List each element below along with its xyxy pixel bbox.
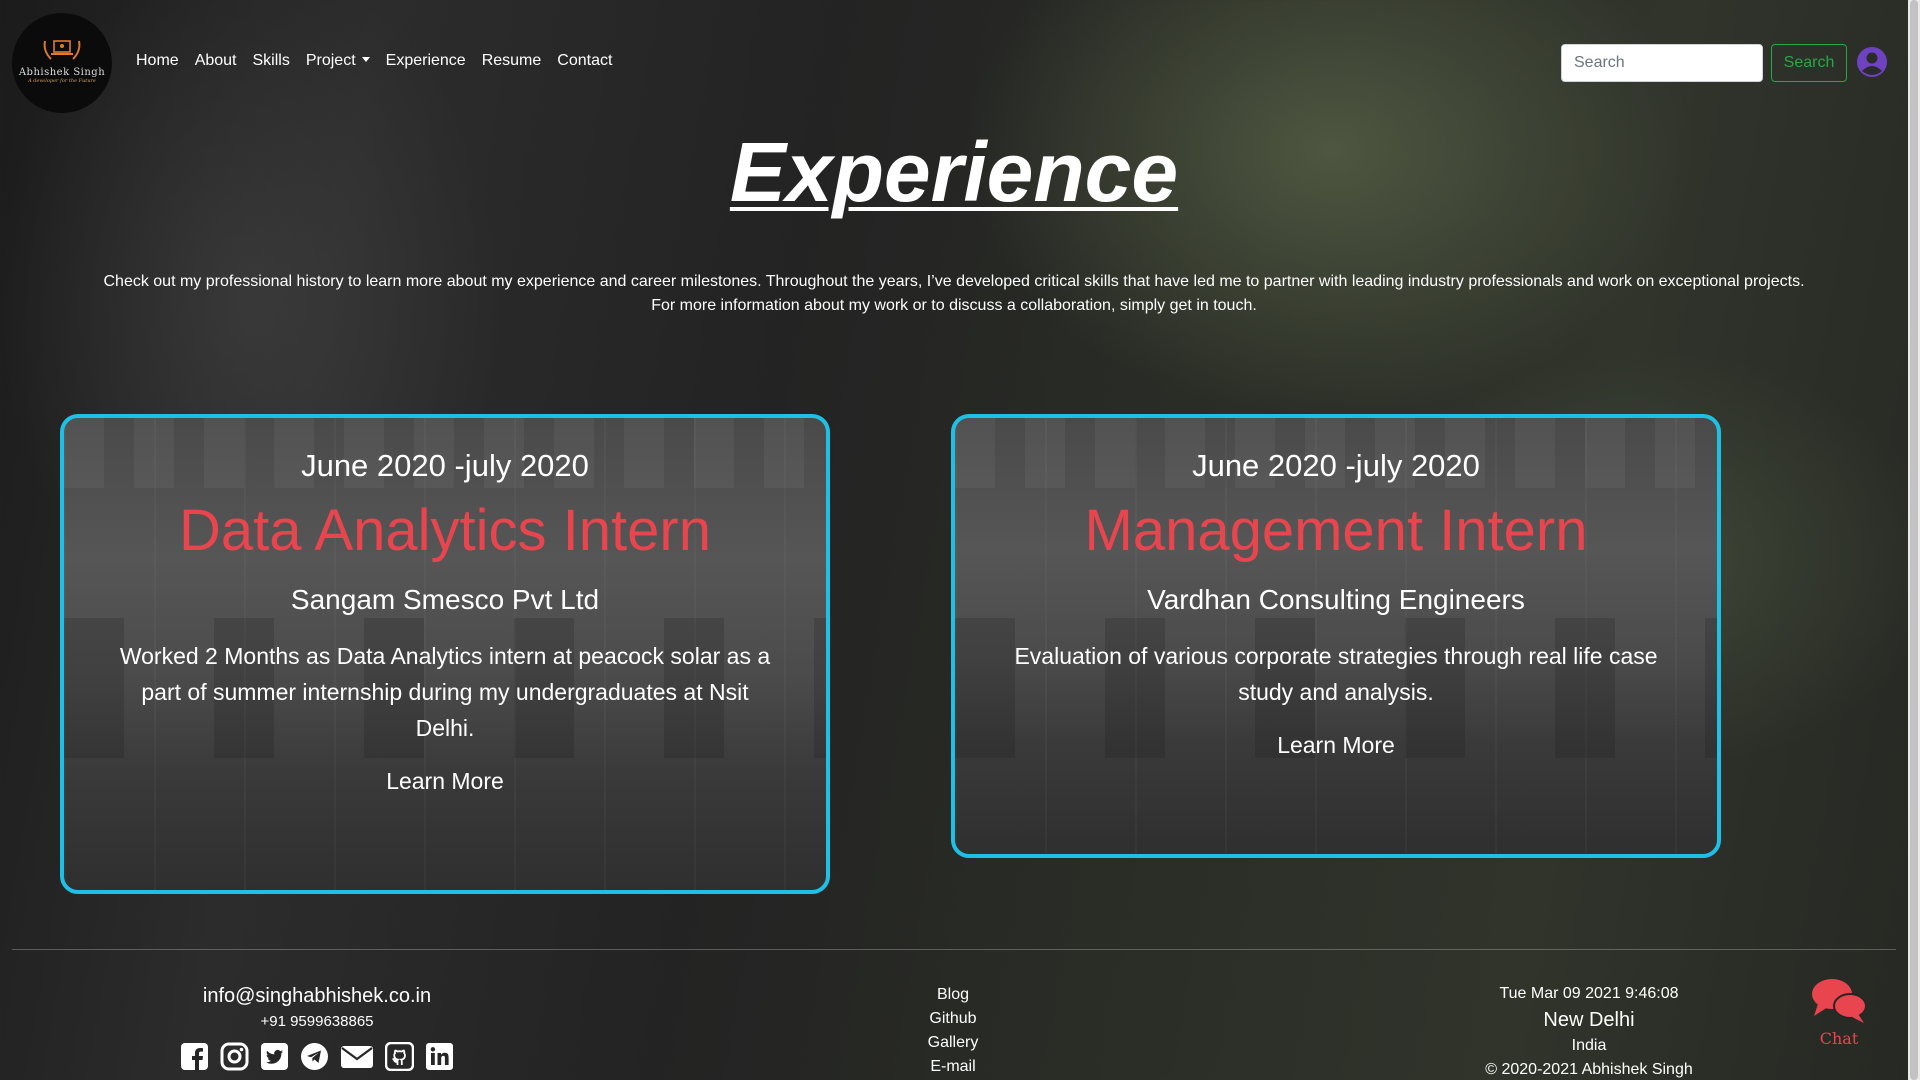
search-input[interactable] [1561, 44, 1763, 82]
footer-contact: info@singhabhishek.co.in +91 9599638865 [117, 982, 517, 1071]
site-logo[interactable]: Abhishek Singh A developer for the Futur… [12, 13, 112, 113]
logo-name: Abhishek Singh [18, 66, 106, 78]
footer-link-github[interactable]: Github [853, 1007, 1053, 1031]
instagram-icon[interactable] [220, 1042, 249, 1071]
learn-more-link[interactable]: Learn More [1277, 730, 1395, 760]
card-date: June 2020 -july 2020 [301, 448, 589, 483]
nav-resume[interactable]: Resume [482, 52, 542, 70]
chat-bubbles-icon [1812, 979, 1867, 1023]
social-icons [117, 1042, 517, 1071]
nav-project-label: Project [305, 52, 356, 69]
nav-home[interactable]: Home [136, 52, 179, 70]
card-date: June 2020 -july 2020 [1192, 448, 1480, 483]
nav-experience[interactable]: Experience [386, 52, 466, 70]
chat-widget[interactable]: Chat [1804, 976, 1874, 1048]
nav-contact[interactable]: Contact [557, 52, 612, 70]
intro-line-2: For more information about my work or to… [651, 297, 1257, 314]
nav-project-dropdown[interactable]: Project [306, 52, 370, 70]
footer-info: Tue Mar 09 2021 9:46:08 New Delhi India … [1439, 983, 1739, 1080]
nav-links: Home About Skills Project Experience Res… [136, 52, 628, 70]
intro-line-1: Check out my professional history to lea… [103, 273, 1805, 290]
intro-text: Check out my professional history to lea… [80, 270, 1828, 318]
linkedin-icon[interactable] [425, 1042, 454, 1071]
logo-tagline: A developer for the Future [28, 77, 96, 84]
facebook-icon[interactable] [180, 1042, 209, 1071]
footer-country: India [1571, 1037, 1607, 1054]
telegram-icon[interactable] [300, 1042, 329, 1071]
card-role: Management Intern [1084, 498, 1588, 563]
user-icon[interactable] [1856, 46, 1888, 78]
footer-email[interactable]: info@singhabhishek.co.in [117, 982, 517, 1010]
card-description: Evaluation of various corporate strategi… [1014, 643, 1658, 705]
card-company: Sangam Smesco Pvt Ltd [290, 584, 600, 615]
card-description: Worked 2 Months as Data Analytics intern… [119, 643, 771, 741]
nav-skills[interactable]: Skills [253, 52, 290, 70]
experience-card: June 2020 -july 2020 Management Intern V… [951, 414, 1721, 858]
navbar: Abhishek Singh A developer for the Futur… [0, 0, 1908, 124]
card-role: Data Analytics Intern [179, 498, 711, 563]
search-button[interactable]: Search [1771, 44, 1847, 82]
nav-about[interactable]: About [195, 52, 237, 70]
page-title: Experience [729, 125, 1179, 219]
mail-icon[interactable] [340, 1042, 374, 1071]
footer-divider [12, 949, 1896, 950]
footer-link-gallery[interactable]: Gallery [853, 1031, 1053, 1055]
footer-copyright: © 2020-2021 Abhishek Singh [1485, 1061, 1693, 1078]
chat-label: Chat [1819, 1029, 1859, 1048]
twitter-icon[interactable] [260, 1042, 289, 1071]
github-icon[interactable] [385, 1042, 414, 1071]
card-company: Vardhan Consulting Engineers [1147, 584, 1525, 615]
footer-link-blog[interactable]: Blog [853, 983, 1053, 1007]
page-scrollbar[interactable] [1908, 0, 1920, 1080]
learn-more-link[interactable]: Learn More [386, 766, 504, 796]
footer-phone: +91 9599638865 [260, 1013, 374, 1030]
experience-card: June 2020 -july 2020 Data Analytics Inte… [60, 414, 830, 894]
laptop-laurel-icon [43, 39, 81, 60]
caret-down-icon [361, 57, 370, 62]
footer-city: New Delhi [1543, 1009, 1635, 1031]
footer-link-email[interactable]: E-mail [853, 1055, 1053, 1079]
footer-links: Blog Github Gallery E-mail [853, 983, 1053, 1079]
footer-datetime: Tue Mar 09 2021 9:46:08 [1499, 985, 1679, 1002]
scrollbar-thumb[interactable] [1910, 0, 1918, 1080]
